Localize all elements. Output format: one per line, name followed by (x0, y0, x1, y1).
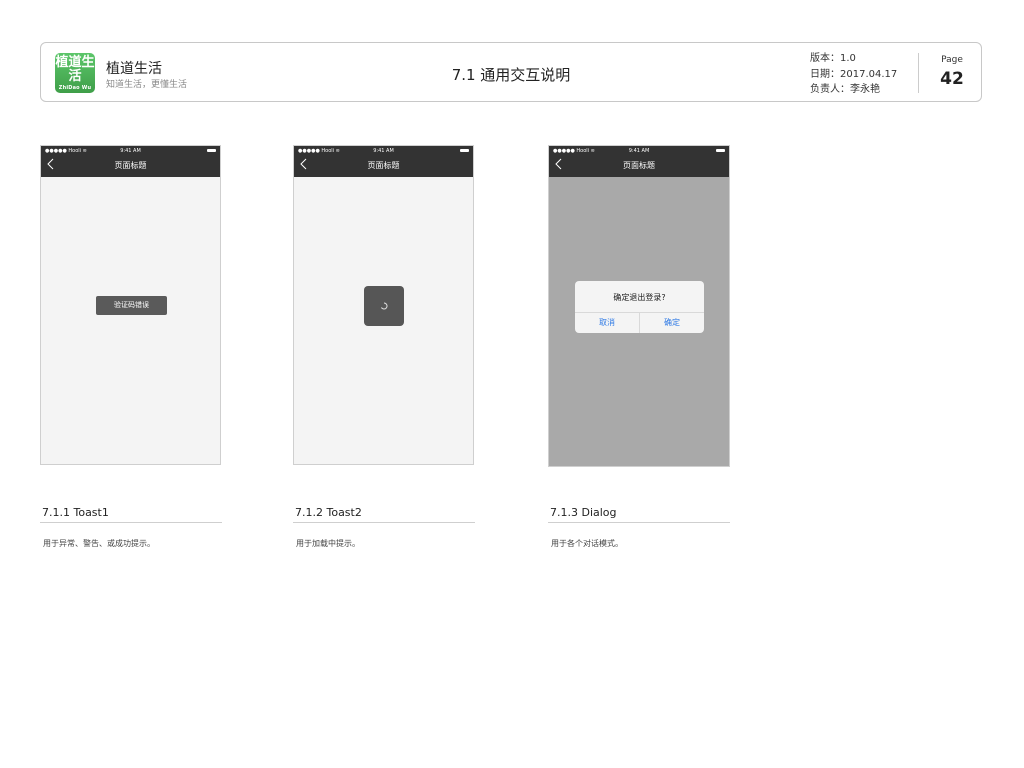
dialog-title: 确定退出登录? (613, 293, 666, 302)
screen-body (294, 177, 473, 464)
screen-body: 验证码错误 (41, 177, 220, 464)
dialog-overlay: 确定退出登录? 取消 确定 (549, 177, 729, 466)
status-time: 9:41 AM (628, 148, 650, 154)
doc-meta: 版本：1.0 日期：2017.04.17 负责人：李永艳 (810, 51, 897, 98)
phone-mockup-toast1: ●●●●● Hooli ≋ 9:41 AM 页面标题 验证码错误 (40, 145, 221, 465)
loading-toast (364, 286, 404, 326)
caption-description: 用于异常、警告、或成功提示。 (43, 539, 155, 548)
logo-text: 植道生活 (55, 55, 95, 84)
nav-bar: ●●●●● Hooli ≋ 9:41 AM 页面标题 (549, 146, 729, 177)
caption-toast1: 7.1.1 Toast1 用于异常、警告、或成功提示。 (40, 506, 222, 549)
logo-subtext: ZhiDao Wu (58, 85, 92, 91)
caption-title: 7.1.3 Dialog (548, 506, 730, 523)
nav-title: 页面标题 (623, 161, 655, 170)
caption-title: 7.1.2 Toast2 (293, 506, 475, 523)
battery-icon (207, 149, 216, 152)
doc-header: 植道生活 ZhiDao Wu 植道生活 知道生活，更懂生活 7.1 通用交互说明… (40, 42, 982, 102)
nav-title: 页面标题 (367, 161, 400, 170)
cancel-button[interactable]: 取消 (575, 313, 639, 333)
nav-title: 页面标题 (114, 161, 147, 170)
caption-description: 用于加载中提示。 (296, 539, 360, 548)
spinner-icon (380, 302, 388, 310)
nav-bar: ●●●●● Hooli ≋ 9:41 AM 页面标题 (294, 146, 473, 177)
confirm-button[interactable]: 确定 (640, 313, 704, 333)
confirm-dialog: 确定退出登录? 取消 确定 (575, 281, 704, 333)
toast-message: 验证码错误 (96, 296, 167, 315)
app-name: 植道生活 (106, 61, 162, 77)
page-label: Page (941, 55, 963, 65)
app-slogan: 知道生活，更懂生活 (106, 80, 188, 90)
caption-title: 7.1.1 Toast1 (40, 506, 222, 523)
page-title: 7.1 通用交互说明 (451, 66, 571, 84)
phone-mockup-dialog: ●●●●● Hooli ≋ 9:41 AM 页面标题 确定退出登录? 取消 确定 (548, 145, 730, 467)
caption-description: 用于各个对话模式。 (551, 539, 623, 548)
nav-bar: ●●●●● Hooli ≋ 9:41 AM 页面标题 (41, 146, 220, 177)
date-text: 日期：2017.04.17 (810, 68, 898, 80)
version-text: 版本：1.0 (810, 53, 856, 64)
app-logo: 植道生活 ZhiDao Wu (55, 53, 95, 93)
battery-icon (460, 149, 469, 152)
page-number: 42 (940, 69, 964, 89)
header-divider (918, 53, 919, 93)
phone-mockup-toast2: ●●●●● Hooli ≋ 9:41 AM 页面标题 (293, 145, 474, 465)
owner-text: 负责人：李永艳 (810, 84, 880, 95)
battery-icon (716, 149, 725, 152)
caption-dialog: 7.1.3 Dialog 用于各个对话模式。 (548, 506, 730, 549)
caption-toast2: 7.1.2 Toast2 用于加载中提示。 (293, 506, 475, 549)
status-time: 9:41 AM (373, 148, 394, 154)
status-time: 9:41 AM (120, 148, 141, 154)
